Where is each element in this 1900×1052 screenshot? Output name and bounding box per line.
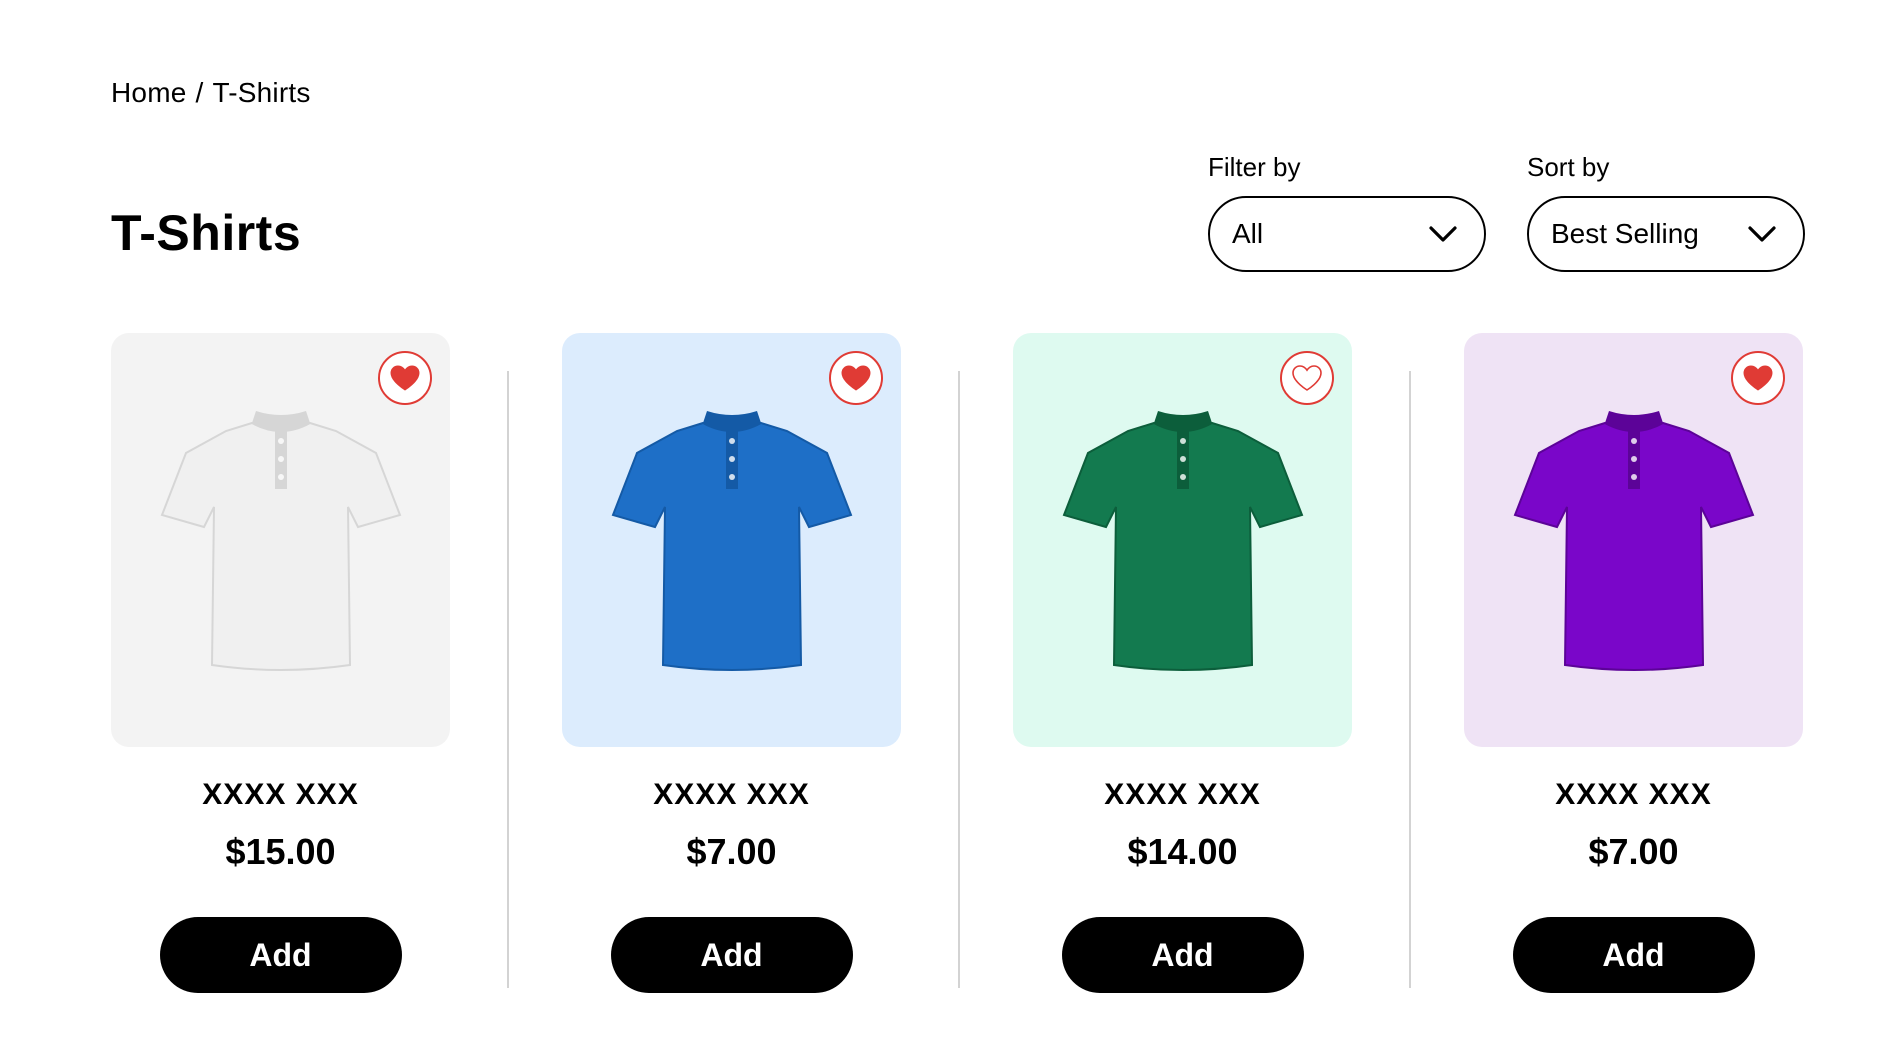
product-name: XXXX XXX xyxy=(1555,778,1712,811)
filter-value: All xyxy=(1232,218,1264,249)
product-image-area[interactable] xyxy=(562,333,901,747)
breadcrumb-home-link[interactable]: Home xyxy=(111,77,187,108)
product-image-area[interactable] xyxy=(111,333,450,747)
card-divider xyxy=(507,371,509,988)
product-card[interactable]: XXXX XXX $7.00 Add xyxy=(562,333,901,993)
product-card[interactable]: XXXX XXX $7.00 Add xyxy=(1464,333,1803,993)
chevron-down-icon xyxy=(1429,226,1457,242)
heart-icon xyxy=(1292,365,1322,391)
add-to-cart-button[interactable]: Add xyxy=(1512,917,1755,993)
heart-icon xyxy=(390,365,420,391)
filter-label: Filter by xyxy=(1208,152,1301,182)
favorite-button[interactable] xyxy=(1280,351,1334,405)
product-image-area[interactable] xyxy=(1464,333,1803,747)
heart-icon xyxy=(1743,365,1773,391)
product-name: XXXX XXX xyxy=(1104,778,1261,811)
product-price: $15.00 xyxy=(225,831,336,872)
polo-shirt-image xyxy=(1513,411,1754,671)
favorite-button[interactable] xyxy=(829,351,883,405)
product-price: $7.00 xyxy=(1588,831,1679,872)
product-card[interactable]: XXXX XXX $14.00 Add xyxy=(1013,333,1352,993)
sort-value: Best Selling xyxy=(1551,218,1699,249)
favorite-button[interactable] xyxy=(1731,351,1785,405)
product-price: $14.00 xyxy=(1127,831,1238,872)
add-to-cart-button[interactable]: Add xyxy=(159,917,402,993)
add-to-cart-button[interactable]: Add xyxy=(610,917,853,993)
card-divider xyxy=(1409,371,1411,988)
sort-control: Sort by Best Selling xyxy=(1527,152,1805,272)
product-image-area[interactable] xyxy=(1013,333,1352,747)
product-price: $7.00 xyxy=(686,831,777,872)
sort-dropdown[interactable]: Best Selling xyxy=(1527,196,1805,272)
add-to-cart-button[interactable]: Add xyxy=(1061,917,1304,993)
filter-dropdown[interactable]: All xyxy=(1208,196,1486,272)
breadcrumb: Home / T-Shirts xyxy=(111,76,311,110)
chevron-down-icon xyxy=(1748,226,1776,242)
breadcrumb-current: T-Shirts xyxy=(212,77,311,108)
breadcrumb-separator: / xyxy=(195,77,204,108)
heart-icon xyxy=(841,365,871,391)
filter-control: Filter by All xyxy=(1208,152,1486,272)
card-divider xyxy=(958,371,960,988)
product-grid: XXXX XXX $15.00 Add XXXX XXX $7.00 Add X… xyxy=(111,333,1803,993)
sort-label: Sort by xyxy=(1527,152,1610,182)
product-card[interactable]: XXXX XXX $15.00 Add xyxy=(111,333,450,993)
polo-shirt-image xyxy=(611,411,852,671)
product-name: XXXX XXX xyxy=(653,778,810,811)
favorite-button[interactable] xyxy=(378,351,432,405)
polo-shirt-image xyxy=(160,411,401,671)
product-name: XXXX XXX xyxy=(202,778,359,811)
page-title: T-Shirts xyxy=(111,205,302,261)
polo-shirt-image xyxy=(1062,411,1303,671)
